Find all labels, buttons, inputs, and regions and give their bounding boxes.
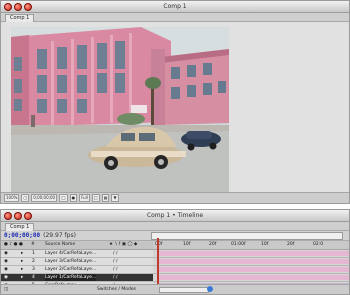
eye-icon[interactable]: ◉: [4, 266, 8, 273]
layer-duration-bar[interactable]: [157, 275, 349, 280]
ruler-tick: 10f: [183, 242, 191, 247]
switch-icons[interactable]: ∕ ∕: [113, 266, 117, 273]
resolution-dropdown[interactable]: Full: [79, 194, 90, 202]
comp-controls-bar: 100% ▢ 0;00;00;00 ◯ ● Full □ ▦ ▼: [1, 192, 349, 203]
eye-icon[interactable]: ◉: [4, 274, 8, 281]
ruler-tick: 20f: [287, 242, 295, 247]
timecode-display[interactable]: 0;00;00;00: [4, 232, 40, 239]
source-name-header[interactable]: Source Name: [45, 241, 75, 249]
ruler-tick: 20f: [209, 242, 217, 247]
layer-name[interactable]: Layer 2/CarRefaLaye...: [45, 266, 96, 273]
ruler-tick: 02:0: [313, 242, 324, 247]
layer-row[interactable]: ◉ ▸ 3 Layer 2/CarRefaLaye... ∕ ∕: [1, 266, 349, 274]
expand-triangle-icon[interactable]: ▸: [21, 274, 23, 281]
comp-titlebar[interactable]: Comp 1: [1, 1, 349, 13]
layer-name[interactable]: Layer 1/CarRefaLaye...: [45, 274, 97, 281]
layer-number: 2: [32, 259, 35, 264]
layer-name[interactable]: Layer 4/CarRefaLaye...: [45, 250, 96, 257]
layer-duration-track: [153, 250, 349, 257]
timeline-titlebar[interactable]: Comp 1 • Timeline: [1, 210, 349, 222]
switch-header-icons: ★ ∖ f ▣ ◯ ◆: [109, 242, 138, 247]
timeline-window-title: Comp 1 • Timeline: [146, 212, 204, 219]
layer-number: 3: [32, 267, 35, 272]
layer-duration-bar[interactable]: [157, 267, 349, 272]
layer-row-selected[interactable]: ◉ ▸ 4 Layer 1/CarRefaLaye... ∕ ∕: [1, 274, 349, 282]
label-icon: #: [31, 242, 35, 247]
comp-window-title: Comp 1: [163, 3, 187, 10]
current-time-indicator[interactable]: [157, 238, 159, 285]
fps-label: (29.97 fps): [43, 232, 76, 239]
composition-viewer[interactable]: [1, 22, 349, 193]
zoom-slider[interactable]: [159, 287, 209, 293]
comp-frame-image: [11, 27, 229, 192]
av-switch-icons: ● ♪ ● ●: [4, 242, 23, 247]
layer-name[interactable]: Layer 3/CarRefaLaye...: [45, 258, 96, 265]
eye-icon[interactable]: ◉: [4, 250, 8, 257]
layer-number: 4: [32, 275, 35, 280]
time-ruler[interactable]: 00f 10f 20f 01:00f 10f 20f 02:0: [153, 241, 349, 249]
layer-duration-track: [153, 266, 349, 273]
grid-toggle[interactable]: ▢: [21, 194, 30, 202]
timeline-bottom-bar: ◫ Switches / Modes: [1, 284, 349, 294]
layer-row[interactable]: ◉ ▸ 1 Layer 4/CarRefaLaye... ∕ ∕: [1, 250, 349, 258]
layer-duration-track: [153, 258, 349, 265]
ruler-tick: 10f: [261, 242, 269, 247]
eye-icon[interactable]: ◉: [4, 258, 8, 265]
timeline-tab[interactable]: Comp 1: [5, 223, 35, 231]
channel-icon[interactable]: ●: [69, 194, 78, 202]
street-scene-image: [11, 27, 229, 192]
region-of-interest-icon[interactable]: □: [91, 194, 100, 202]
composition-window: Comp 1 Comp 1 100% ▢ 0;00;00;00 ◯ ● Full…: [0, 0, 350, 204]
ruler-tick: 01:00f: [231, 242, 246, 247]
layer-duration-track: [153, 274, 349, 281]
transparency-grid-icon[interactable]: ▦: [101, 194, 110, 202]
layer-row[interactable]: ◉ ▸ 2 Layer 3/CarRefaLaye... ∕ ∕: [1, 258, 349, 266]
switches-modes-toggle[interactable]: Switches / Modes: [97, 285, 136, 294]
layer-duration-bar[interactable]: [157, 259, 349, 264]
layer-duration-bar[interactable]: [157, 251, 349, 256]
timeline-tab-row: Comp 1: [1, 222, 349, 231]
layer-number: 1: [32, 251, 35, 256]
snapshot-icon[interactable]: ◯: [59, 194, 68, 202]
expand-triangle-icon[interactable]: ▸: [21, 258, 23, 265]
switch-icons[interactable]: ∕ ∕: [113, 274, 117, 281]
layer-header-row: ● ♪ ● ● # Source Name ★ ∖ f ▣ ◯ ◆ 00f 10…: [1, 241, 349, 250]
view-options-icon[interactable]: ▼: [111, 194, 119, 202]
zoom-dropdown[interactable]: 100%: [4, 194, 20, 202]
current-time-display[interactable]: 0;00;00;00: [31, 194, 58, 202]
time-navigator[interactable]: [151, 232, 343, 240]
timeline-toolbar: 0;00;00;00 (29.97 fps): [1, 231, 349, 241]
expand-triangle-icon[interactable]: ▸: [21, 266, 23, 273]
zoom-in-icon[interactable]: [207, 286, 213, 292]
comp-flowchart-icon[interactable]: ◫: [4, 285, 8, 294]
timeline-window: Comp 1 • Timeline Comp 1 0;00;00;00 (29.…: [0, 209, 350, 295]
switch-icons[interactable]: ∕ ∕: [113, 258, 117, 265]
switch-icons[interactable]: ∕ ∕: [113, 250, 117, 257]
expand-triangle-icon[interactable]: ▸: [21, 250, 23, 257]
comp-tab[interactable]: Comp 1: [5, 14, 35, 22]
comp-tab-row: Comp 1: [1, 13, 349, 22]
